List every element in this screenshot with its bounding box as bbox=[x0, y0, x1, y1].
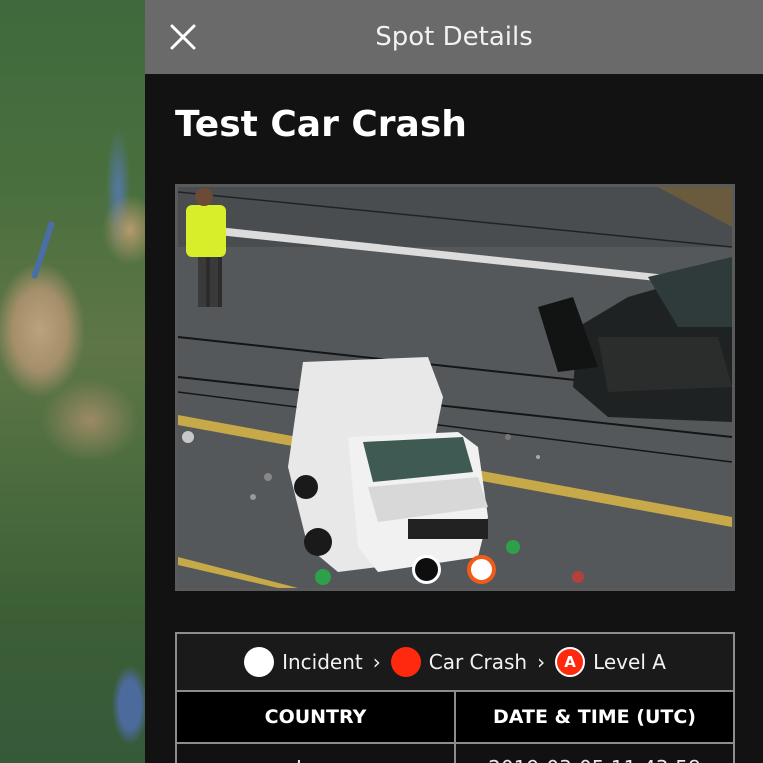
spot-title: Test Car Crash bbox=[175, 104, 467, 145]
map-river bbox=[30, 220, 56, 280]
panel-header: Spot Details bbox=[145, 0, 763, 74]
panel-title: Spot Details bbox=[375, 22, 533, 52]
spot-info-table: Incident › Car Crash › A Level A COUNTRY… bbox=[175, 632, 735, 763]
crumb-car-crash[interactable]: Car Crash bbox=[390, 647, 528, 677]
map-background[interactable] bbox=[0, 0, 145, 763]
crumb-level-label: Level A bbox=[593, 650, 666, 674]
photo-image bbox=[178, 187, 732, 588]
gallery-dot-2[interactable] bbox=[467, 555, 496, 584]
close-icon bbox=[170, 24, 196, 50]
gallery-dots bbox=[412, 555, 496, 584]
chevron-right-icon: › bbox=[537, 650, 546, 674]
level-badge-icon: A bbox=[555, 647, 586, 677]
crumb-car-crash-label: Car Crash bbox=[428, 650, 528, 674]
category-breadcrumb: Incident › Car Crash › A Level A bbox=[177, 634, 733, 692]
gallery-dot-1[interactable] bbox=[412, 555, 441, 584]
spot-photo[interactable] bbox=[175, 184, 735, 591]
cell-datetime: 2019-03-05 11:43:58 bbox=[456, 744, 733, 763]
cell-country: Iran bbox=[177, 744, 456, 763]
column-header-datetime: DATE & TIME (UTC) bbox=[493, 706, 696, 728]
column-header-country: COUNTRY bbox=[177, 692, 456, 742]
crumb-incident-label: Incident bbox=[282, 650, 363, 674]
crumb-incident[interactable]: Incident bbox=[244, 647, 363, 677]
incident-icon bbox=[244, 647, 275, 677]
crumb-level[interactable]: A Level A bbox=[555, 647, 666, 677]
table-row: Iran 2019-03-05 11:43:58 bbox=[177, 744, 733, 763]
spot-details-panel: Spot Details Test Car Crash Incident › C… bbox=[145, 0, 763, 763]
table-header-row: COUNTRY DATE & TIME (UTC) bbox=[177, 692, 733, 744]
close-button[interactable] bbox=[167, 21, 199, 53]
chevron-right-icon: › bbox=[372, 650, 381, 674]
car-crash-icon bbox=[390, 647, 421, 677]
